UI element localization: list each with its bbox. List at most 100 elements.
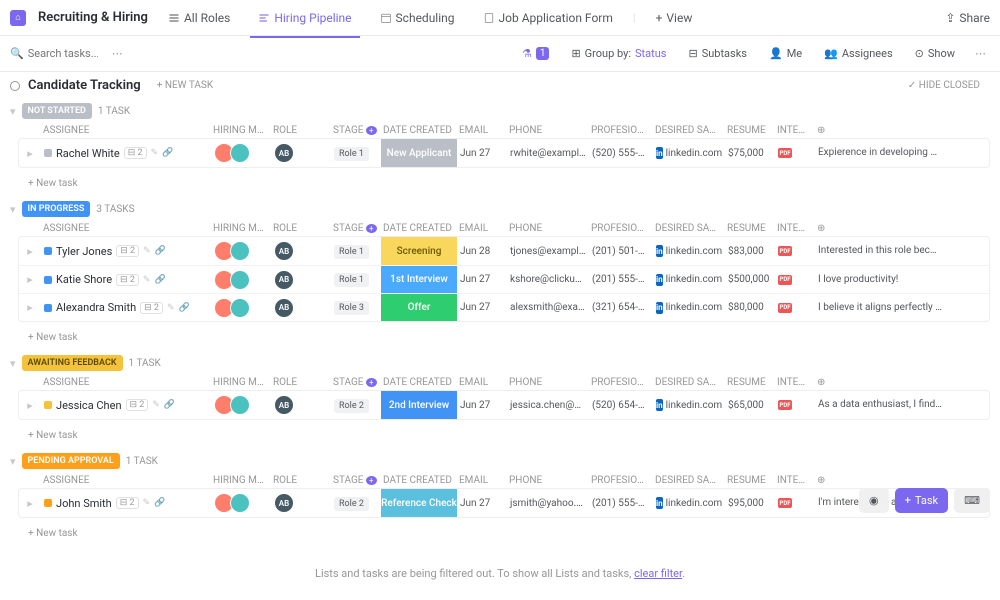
group-header-in_progress[interactable]: ▾ IN PROGRESS 3 TASKS [0,197,1000,221]
nav-job-form[interactable]: Job Application Form [475,7,621,29]
table-row[interactable]: ▸ Katie Shore ⊟ 2 ✎ 🔗 AB Role 1 1st Inte… [19,265,989,293]
filter-button[interactable]: ⚗1 [516,44,556,63]
nav-scheduling[interactable]: Scheduling [372,7,463,29]
edit-icon[interactable]: ✎ [143,498,151,508]
add-column[interactable]: ⊕ [814,125,944,136]
role-chip[interactable]: Role 1 [334,245,369,259]
role-chip[interactable]: Role 2 [334,399,369,413]
edit-icon[interactable]: ✎ [143,275,151,285]
assignee-avatars[interactable] [214,241,268,261]
assignee-avatars[interactable] [214,395,268,415]
table-row[interactable]: ▸ Rachel White ⊟ 2 ✎ 🔗 AB Role 1 New App… [19,139,989,167]
email-cell[interactable]: kshore@clickup.com [507,274,589,285]
status-pill[interactable]: AWAITING FEEDBACK [22,355,123,371]
hide-closed-toggle[interactable]: ✓ HIDE CLOSED [908,80,990,91]
assignees-filter[interactable]: 👥Assignees [818,44,899,63]
nav-all-roles[interactable]: All Roles [160,7,238,29]
subtask-count[interactable]: ⊟ 2 [116,497,139,509]
group-header-not_started[interactable]: ▾ NOT STARTED 1 TASK [0,99,1000,123]
website-cell[interactable]: inlinkedin.com [653,274,725,286]
role-chip[interactable]: Role 1 [334,147,369,161]
collapse-group-icon[interactable]: ▾ [10,203,16,216]
link-icon[interactable]: 🔗 [162,148,173,158]
table-row[interactable]: ▸ Jessica Chen ⊟ 2 ✎ 🔗 AB Role 2 2nd Int… [19,391,989,419]
subtask-count[interactable]: ⊟ 2 [124,147,147,159]
subtask-count[interactable]: ⊟ 2 [116,245,139,257]
clear-filter-link[interactable]: clear filter [634,567,682,580]
stage-cell[interactable]: 2nd Interview [381,391,457,419]
group-header-awaiting[interactable]: ▾ AWAITING FEEDBACK 1 TASK [0,351,1000,375]
expand-icon[interactable]: ▸ [19,147,41,160]
pdf-icon[interactable]: PDF [778,498,792,508]
nav-add-view[interactable]: +View [648,7,701,29]
group-by[interactable]: ⊞Group by: Status [565,44,672,63]
role-chip[interactable]: Role 2 [334,497,369,511]
new-task-row[interactable]: + New task [0,522,1000,547]
me-filter[interactable]: 👤Me [763,44,808,63]
stage-cell[interactable]: Screening [381,237,457,265]
expand-icon[interactable]: ▸ [19,497,41,510]
toolbar-more[interactable]: ⋯ [971,45,990,62]
status-pill[interactable]: IN PROGRESS [22,201,91,217]
table-row[interactable]: ▸ John Smith ⊟ 2 ✎ 🔗 AB Role 2 Reference… [19,489,989,517]
website-cell[interactable]: inlinkedin.com [653,302,725,314]
website-cell[interactable]: inlinkedin.com [653,497,725,509]
link-icon[interactable]: 🔗 [154,498,165,508]
stage-cell[interactable]: Offer [381,294,457,321]
hiring-manager-avatar[interactable]: AB [274,493,294,513]
table-row[interactable]: ▸ Tyler Jones ⊟ 2 ✎ 🔗 AB Role 1 Screenin… [19,237,989,265]
link-icon[interactable]: 🔗 [155,246,166,256]
collapse-group-icon[interactable]: ▾ [10,105,16,118]
expand-icon[interactable]: ▸ [19,245,41,258]
link-icon[interactable]: 🔗 [164,400,175,410]
website-cell[interactable]: inlinkedin.com [653,147,725,159]
stage-cell[interactable]: New Applicant [381,139,457,167]
role-chip[interactable]: Role 3 [334,301,369,315]
assignee-avatars[interactable] [214,143,268,163]
status-pill[interactable]: PENDING APPROVAL [22,453,120,469]
search-options[interactable]: ⋯ [108,45,127,62]
pdf-icon[interactable]: PDF [778,400,792,410]
pdf-icon[interactable]: PDF [778,148,792,158]
new-task-float[interactable]: +Task [895,488,948,513]
hiring-manager-avatar[interactable]: AB [274,241,294,261]
subtask-count[interactable]: ⊟ 2 [116,274,139,286]
hiring-manager-avatar[interactable]: AB [274,143,294,163]
link-icon[interactable]: 🔗 [179,303,190,313]
email-cell[interactable]: tjones@example.com [507,246,589,257]
show-menu[interactable]: ⊙Show [909,44,961,63]
stage-cell[interactable]: Reference Check [381,489,457,517]
new-task-row[interactable]: + New task [0,326,1000,351]
expand-icon[interactable]: ▸ [19,301,41,314]
edit-icon[interactable]: ✎ [167,303,175,313]
email-cell[interactable]: jsmith@yahoo.com [507,498,589,509]
collapse-list-icon[interactable] [10,81,20,91]
edit-icon[interactable]: ✎ [143,246,151,256]
hiring-manager-avatar[interactable]: AB [274,270,294,290]
table-row[interactable]: ▸ Alexandra Smith ⊟ 2 ✎ 🔗 AB Role 3 Offe… [19,293,989,321]
add-column[interactable]: ⊕ [814,475,944,486]
expand-icon[interactable]: ▸ [19,399,41,412]
hiring-manager-avatar[interactable]: AB [274,298,294,318]
collapse-group-icon[interactable]: ▾ [10,357,16,370]
search-input[interactable] [28,47,98,60]
collapse-group-icon[interactable]: ▾ [10,455,16,468]
hiring-manager-avatar[interactable]: AB [274,395,294,415]
subtasks-toggle[interactable]: ⊟Subtasks [682,44,753,63]
assignee-avatars[interactable] [214,270,268,290]
edit-icon[interactable]: ✎ [151,148,159,158]
email-cell[interactable]: alexsmith@example.com [507,302,589,313]
share-button[interactable]: ⇪Share [945,11,990,25]
email-cell[interactable]: rwhite@example.com [507,148,589,159]
role-chip[interactable]: Role 1 [334,273,369,287]
link-icon[interactable]: 🔗 [154,275,165,285]
subtask-count[interactable]: ⊟ 2 [140,302,163,314]
record-button[interactable]: ◉ [859,488,889,513]
add-column[interactable]: ⊕ [814,377,944,388]
pdf-icon[interactable]: PDF [778,275,792,285]
subtask-count[interactable]: ⊟ 2 [126,399,149,411]
workspace-icon[interactable]: ⌂ [10,10,26,26]
expand-icon[interactable]: ▸ [19,273,41,286]
nav-hiring-pipeline[interactable]: Hiring Pipeline [250,7,359,29]
stage-cell[interactable]: 1st Interview [381,266,457,293]
